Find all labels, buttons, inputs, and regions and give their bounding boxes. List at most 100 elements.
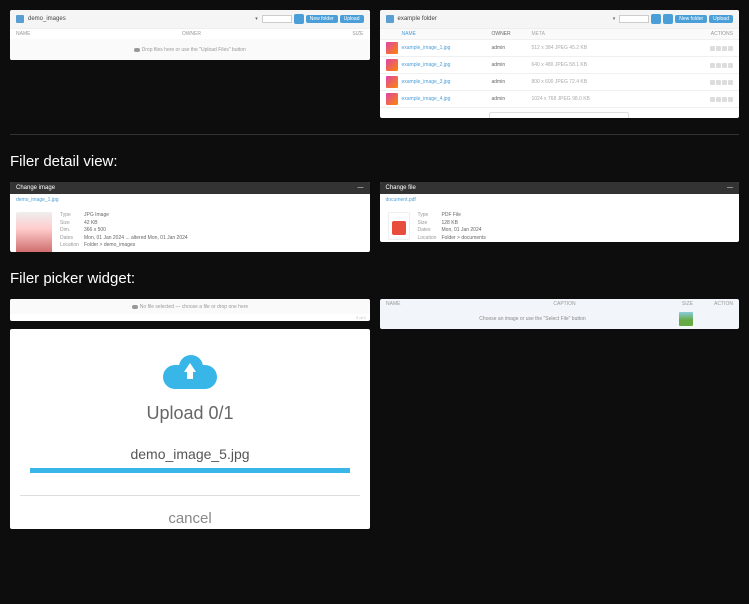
- col-size: SIZE: [352, 31, 363, 37]
- size-value: 128 KB: [442, 220, 458, 226]
- new-folder-button[interactable]: New folder: [675, 15, 707, 23]
- cloud-upload-icon: [163, 353, 217, 389]
- file-row[interactable]: example_image_3.jpg admin 800 x 600 JPEG…: [380, 74, 740, 91]
- file-meta: 1024 x 768 JPEG 98.0 KB: [532, 96, 711, 102]
- col-name: NAME: [16, 31, 30, 37]
- delete-icon[interactable]: [722, 80, 727, 85]
- file-row[interactable]: example_image_4.jpg admin 1024 x 768 JPE…: [380, 91, 740, 108]
- file-meta: 640 x 480 JPEG 58.1 KB: [532, 62, 711, 68]
- file-owner: admin: [492, 96, 532, 102]
- folder-icon: [16, 15, 24, 23]
- close-icon[interactable]: —: [727, 185, 733, 191]
- list-view-icon[interactable]: [663, 14, 673, 24]
- upload-button[interactable]: Upload: [340, 15, 364, 23]
- pdf-icon[interactable]: [388, 212, 410, 240]
- file-meta: 800 x 600 JPEG 72.4 KB: [532, 79, 711, 85]
- cloud-upload-icon: [134, 48, 140, 52]
- filename[interactable]: demo_image_1.jpg: [10, 194, 370, 206]
- col-meta: META: [532, 31, 711, 37]
- move-icon[interactable]: [710, 46, 715, 51]
- folder-browser-empty: demo_images ▾ New folder Upload NAME OWN…: [10, 10, 370, 60]
- close-icon[interactable]: —: [358, 185, 364, 191]
- edit-icon[interactable]: [716, 80, 721, 85]
- header-title: Change image: [16, 185, 55, 191]
- image-thumbnail[interactable]: [679, 312, 693, 326]
- browser-header: demo_images ▾ New folder Upload: [10, 10, 370, 29]
- file-name[interactable]: example_image_3.jpg: [402, 79, 492, 85]
- download-icon[interactable]: [728, 80, 733, 85]
- cancel-button[interactable]: cancel: [168, 510, 211, 527]
- file-list: example_image_1.jpg admin 512 x 384 JPEG…: [380, 40, 740, 108]
- folder-icon: [386, 15, 394, 23]
- picker-message: Choose an image or use the "Select File"…: [386, 316, 679, 322]
- col-name: NAME: [386, 301, 476, 307]
- picker-body[interactable]: Choose an image or use the "Select File"…: [380, 309, 739, 329]
- new-folder-button[interactable]: New folder: [306, 15, 338, 23]
- empty-dropzone[interactable]: Drop files here or use the "Upload Files…: [10, 39, 370, 60]
- dropzone[interactable]: ☁ Drop your files to upload them or sele…: [489, 112, 629, 118]
- delete-icon[interactable]: [722, 46, 727, 51]
- file-meta: 512 x 384 JPEG 45.2 KB: [532, 45, 711, 51]
- column-headers: NAME CAPTION SIZE ACTION: [380, 299, 739, 309]
- filename[interactable]: document.pdf: [380, 194, 740, 206]
- file-name[interactable]: example_image_1.jpg: [402, 45, 492, 51]
- file-name[interactable]: example_image_2.jpg: [402, 62, 492, 68]
- row-actions: [710, 63, 733, 68]
- breadcrumb[interactable]: demo_images: [28, 16, 251, 22]
- column-headers: NAME OWNER SIZE: [10, 29, 370, 39]
- upload-progress-bar: [30, 468, 350, 473]
- search-button[interactable]: [294, 14, 304, 24]
- loc-value: Folder > demo_images: [84, 242, 135, 248]
- image-detail-panel: Change image — demo_image_1.jpg TypeJPG …: [10, 182, 370, 252]
- dates-label: Dates: [418, 227, 442, 235]
- upload-button[interactable]: Upload: [709, 15, 733, 23]
- download-icon[interactable]: [728, 46, 733, 51]
- file-row[interactable]: example_image_1.jpg admin 512 x 384 JPEG…: [380, 40, 740, 57]
- heading-detail: Filer detail view:: [10, 153, 739, 170]
- edit-icon[interactable]: [716, 46, 721, 51]
- chevron-down-icon[interactable]: ▾: [613, 16, 616, 22]
- size-label: Size: [418, 220, 442, 228]
- file-row[interactable]: example_image_2.jpg admin 640 x 480 JPEG…: [380, 57, 740, 74]
- search-input[interactable]: [619, 15, 649, 23]
- picker-hint: No file selected — choose a file or drop…: [140, 304, 248, 310]
- edit-icon[interactable]: [716, 97, 721, 102]
- picker-chosen-panel: NAME CAPTION SIZE ACTION Choose an image…: [380, 299, 739, 329]
- panel-header: Change image —: [10, 182, 370, 194]
- file-detail-panel: Change file — document.pdf TypePDF File …: [380, 182, 740, 242]
- loc-label: Location: [60, 242, 84, 250]
- row-actions: [710, 97, 733, 102]
- delete-icon[interactable]: [722, 97, 727, 102]
- breadcrumb[interactable]: example folder: [398, 16, 609, 22]
- header-title: Change file: [386, 185, 416, 191]
- header-actions: New folder Upload: [619, 14, 733, 24]
- cloud-upload-icon: [132, 305, 138, 309]
- image-thumbnail[interactable]: [16, 212, 52, 252]
- column-headers: NAME OWNER META ACTIONS: [380, 29, 740, 40]
- download-icon[interactable]: [728, 97, 733, 102]
- col-name: NAME: [402, 31, 492, 37]
- edit-icon[interactable]: [716, 63, 721, 68]
- type-label: Type: [418, 212, 442, 220]
- download-icon[interactable]: [728, 63, 733, 68]
- folder-browser-list: example folder ▾ New folder Upload NAME …: [380, 10, 740, 118]
- move-icon[interactable]: [710, 63, 715, 68]
- grid-view-icon[interactable]: [651, 14, 661, 24]
- picker-dropzone[interactable]: No file selected — choose a file or drop…: [10, 299, 370, 314]
- delete-icon[interactable]: [722, 63, 727, 68]
- thumbnail-icon: [386, 42, 398, 54]
- chevron-down-icon[interactable]: ▾: [255, 16, 258, 22]
- dates-value: Mon, 01 Jan 2024: [442, 227, 482, 233]
- move-icon[interactable]: [710, 80, 715, 85]
- upload-modal: Upload 0/1 demo_image_5.jpg cancel: [10, 329, 370, 529]
- loc-value: Folder > documents: [442, 235, 486, 241]
- search-input[interactable]: [262, 15, 292, 23]
- col-actions: ACTIONS: [711, 31, 733, 37]
- divider: [20, 495, 360, 496]
- picker-empty-panel: No file selected — choose a file or drop…: [10, 299, 370, 321]
- move-icon[interactable]: [710, 97, 715, 102]
- picker-footer: 0 of 1: [10, 314, 370, 321]
- dates-label: Dates: [60, 235, 84, 243]
- col-caption: CAPTION: [476, 301, 653, 307]
- file-name[interactable]: example_image_4.jpg: [402, 96, 492, 102]
